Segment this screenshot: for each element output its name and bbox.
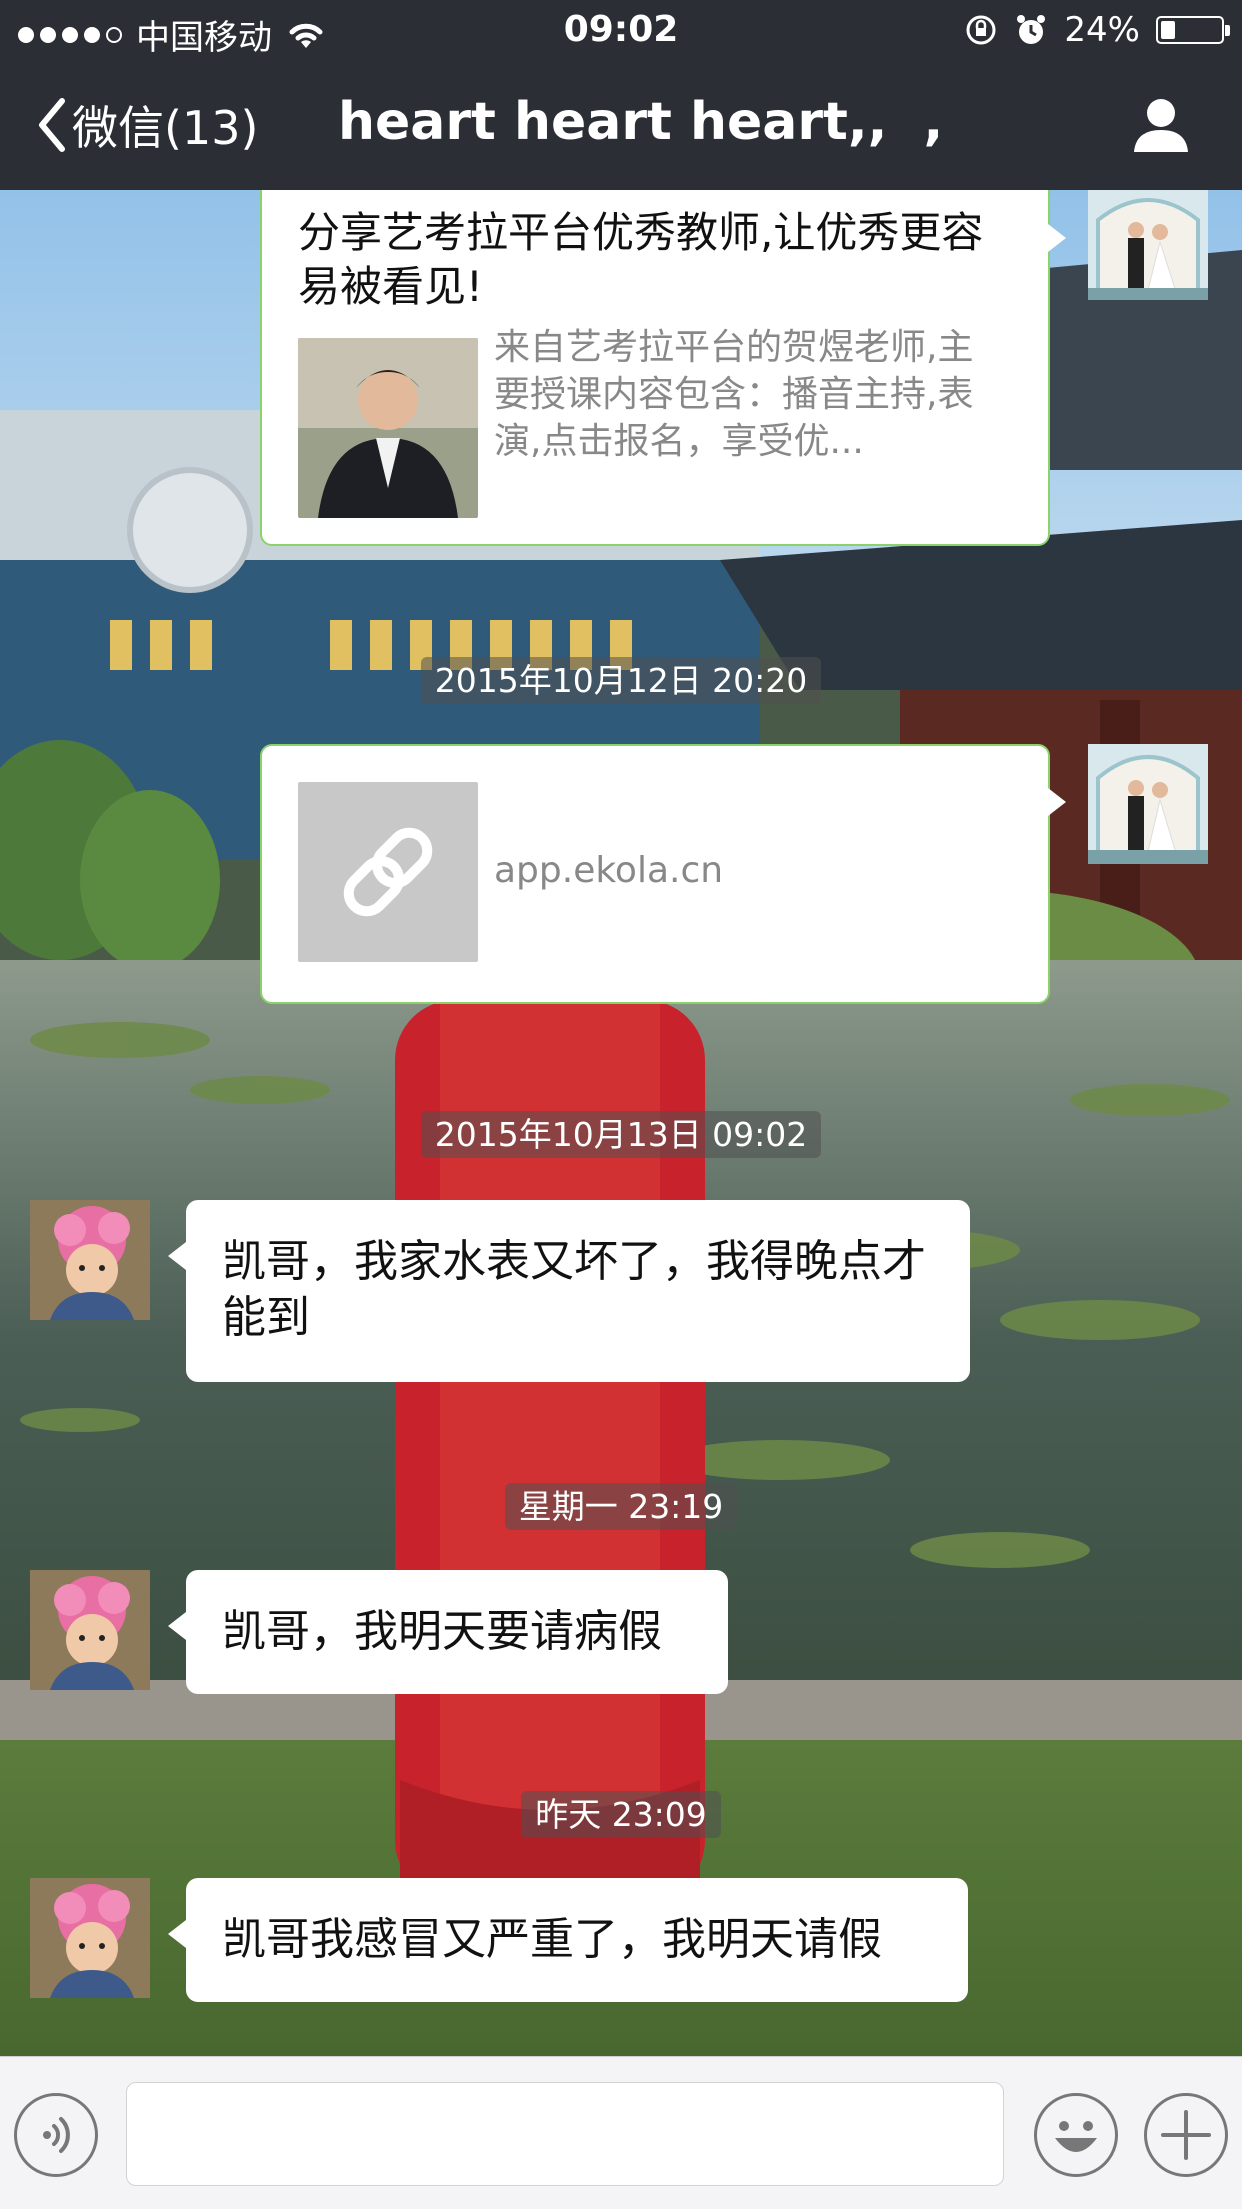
- message-text: 凯哥，我明天要请病假: [222, 1606, 662, 1657]
- timestamp: 2015年10月13日 09:02: [0, 1108, 1242, 1158]
- message-text: 凯哥，我家水表又坏了，我得晚点才能到: [222, 1236, 926, 1343]
- alarm-icon: [1017, 15, 1046, 44]
- message-input[interactable]: [126, 2082, 1004, 2186]
- message-text: 凯哥我感冒又严重了，我明天请假: [222, 1914, 882, 1965]
- plus-icon: [1161, 2110, 1211, 2160]
- plus-button[interactable]: [1144, 2093, 1228, 2177]
- nav-bar: 微信(13) heart heart heart,, ,: [0, 62, 1242, 190]
- timestamp: 2015年10月12日 20:20: [0, 654, 1242, 704]
- link-card-host: app.ekola.cn: [494, 850, 724, 891]
- emoji-button[interactable]: [1034, 2093, 1118, 2177]
- voice-button[interactable]: [14, 2093, 98, 2177]
- profile-icon[interactable]: [1132, 96, 1190, 154]
- contact-avatar[interactable]: [30, 1878, 150, 1998]
- teacher-thumbnail: [298, 338, 478, 518]
- input-bar: [0, 2056, 1242, 2209]
- back-button[interactable]: 微信(13): [36, 92, 258, 158]
- back-chevron-icon: [39, 98, 65, 152]
- battery-icon: [1156, 16, 1230, 44]
- top-bar: 中国移动 09:02 24% 微信(13) heart heart heart,…: [0, 0, 1242, 190]
- timestamp: 昨天 23:09: [0, 1788, 1242, 1838]
- link-card-title: 分享艺考拉平台优秀教师,让优秀更容易被看见!: [298, 208, 984, 311]
- status-bar: 中国移动 09:02 24%: [0, 0, 1242, 62]
- rotation-lock-icon: [966, 15, 996, 45]
- link-icon: [343, 827, 433, 917]
- my-avatar[interactable]: [1088, 744, 1208, 864]
- link-placeholder-thumbnail: [298, 782, 478, 962]
- chat-title: heart heart heart,, ,: [338, 92, 944, 152]
- message-bubble[interactable]: 凯哥，我家水表又坏了，我得晚点才能到: [168, 1200, 970, 1382]
- link-card-description: 来自艺考拉平台的贺煜老师,主要授课内容包含：播音主持,表演,点击报名，享受优..…: [494, 327, 974, 462]
- link-card-bubble[interactable]: app.ekola.cn: [260, 744, 1066, 1004]
- battery-level: [1161, 21, 1175, 39]
- my-avatar[interactable]: [1088, 190, 1208, 300]
- message-list[interactable]: 分享艺考拉平台优秀教师,让优秀更容易被看见! 来自艺考拉平台的贺煜老师,主要授课…: [0, 190, 1242, 2056]
- link-card-bubble[interactable]: 分享艺考拉平台优秀教师,让优秀更容易被看见! 来自艺考拉平台的贺煜老师,主要授课…: [260, 190, 1066, 546]
- contact-avatar[interactable]: [30, 1200, 150, 1320]
- timestamp: 星期一 23:19: [0, 1480, 1242, 1530]
- battery-percent: 24%: [1064, 10, 1140, 50]
- message-bubble[interactable]: 凯哥我感冒又严重了，我明天请假: [168, 1878, 968, 2002]
- voice-icon: [43, 2117, 70, 2153]
- back-label: 微信(13): [72, 101, 259, 155]
- emoji-icon: [1055, 2121, 1097, 2152]
- contact-avatar[interactable]: [30, 1570, 150, 1690]
- message-bubble[interactable]: 凯哥，我明天要请病假: [168, 1570, 728, 1694]
